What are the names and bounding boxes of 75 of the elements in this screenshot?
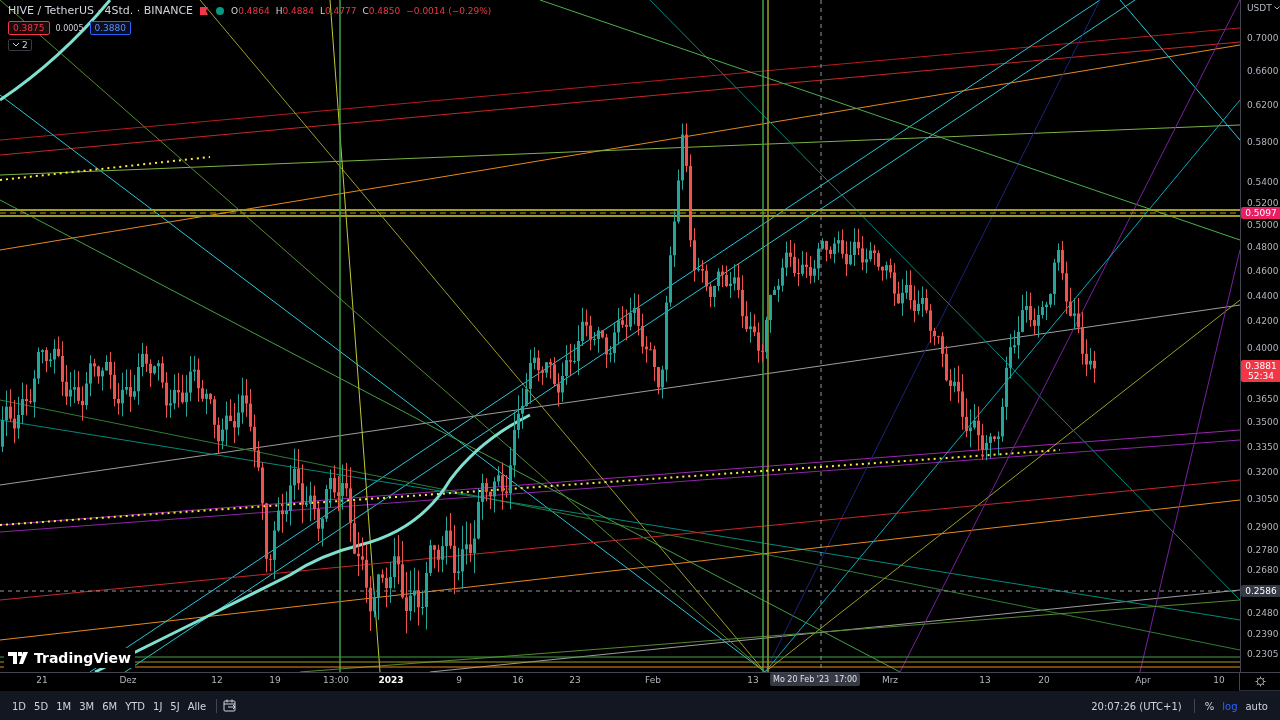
price-tick: 0.5200: [1247, 197, 1279, 208]
range-button[interactable]: 6M: [98, 698, 122, 714]
time-label: 20: [1038, 675, 1050, 685]
range-button[interactable]: 5J: [166, 698, 184, 714]
price-tick: 0.6200: [1247, 100, 1279, 111]
time-label: 13: [979, 675, 991, 685]
price-tick: 0.6600: [1247, 65, 1279, 76]
time-label: 21: [36, 675, 48, 685]
time-label: 23: [569, 675, 581, 685]
time-label: 16: [512, 675, 524, 685]
scale-option[interactable]: log: [1218, 698, 1242, 714]
price-tick: 0.3350: [1247, 441, 1279, 452]
range-button[interactable]: 1J: [149, 698, 167, 714]
status-dot-icon: [215, 5, 226, 16]
crosshair-time-label: Mo 20 Feb '23 17:00: [770, 673, 861, 686]
price-tick: 0.4400: [1247, 290, 1279, 301]
price-tick: 0.7000: [1247, 33, 1279, 43]
sell-price-button[interactable]: 0.3875: [8, 21, 50, 35]
price-tick: 0.5800: [1247, 137, 1279, 148]
range-button[interactable]: 1M: [52, 698, 76, 714]
price-tick: 0.4200: [1247, 316, 1279, 327]
price-tick: 0.2780: [1247, 545, 1279, 556]
crosshair-price-label: 0.2586: [1241, 585, 1280, 597]
price-tick: 0.5000: [1247, 219, 1279, 230]
chevron-icon: [12, 42, 20, 48]
range-button[interactable]: Alle: [183, 698, 211, 714]
buy-price-button[interactable]: 0.3880: [89, 21, 131, 35]
indicators-toggle[interactable]: 2: [8, 39, 32, 51]
time-label: Feb: [645, 675, 661, 685]
range-button[interactable]: 1D: [8, 698, 31, 714]
time-label: 9: [456, 675, 462, 685]
ohlc-value: O0.4864: [231, 5, 270, 16]
time-label: 13:00: [323, 675, 349, 685]
time-label: Apr: [1135, 675, 1151, 685]
logo-icon: [8, 652, 30, 664]
ohlc-value: L0.4777: [319, 5, 357, 16]
currency-selector[interactable]: USDT: [1247, 3, 1280, 13]
tradingview-logo: TradingView: [4, 648, 135, 668]
price-tick: 0.4000: [1247, 343, 1279, 354]
clock-text: 20:07:26 (UTC+1): [1091, 700, 1182, 712]
time-label: 2023: [378, 675, 404, 685]
time-label: Dez: [119, 675, 137, 685]
range-button[interactable]: YTD: [121, 698, 150, 714]
time-label: 10: [1213, 675, 1225, 685]
time-label: 13: [747, 675, 759, 685]
price-tick: 0.2480: [1247, 608, 1279, 619]
scale-option[interactable]: %: [1200, 698, 1219, 714]
time-label: 19: [269, 675, 281, 685]
price-tick: 0.3650: [1247, 394, 1279, 405]
range-button[interactable]: 5D: [30, 698, 53, 714]
range-button[interactable]: 3M: [75, 698, 99, 714]
price-tick: 0.2680: [1247, 565, 1279, 576]
ohlc-value: H0.4884: [275, 5, 314, 16]
price-tick: 0.4800: [1247, 242, 1279, 253]
spread-value: 0.0005: [55, 23, 84, 33]
price-tick: 0.2305: [1247, 649, 1279, 660]
price-tick: 0.4600: [1247, 265, 1279, 276]
flag-icon[interactable]: [199, 5, 210, 16]
line-price-label: 0.5097: [1241, 207, 1280, 219]
price-change: −0.0014 (−0.29%): [406, 5, 492, 16]
chevron-icon: [1273, 6, 1280, 10]
price-tick: 0.5400: [1247, 176, 1279, 187]
price-tick: 0.3050: [1247, 493, 1279, 504]
settings-icon[interactable]: [1254, 676, 1266, 687]
scale-option[interactable]: auto: [1241, 698, 1272, 714]
calendar-icon[interactable]: [223, 699, 238, 713]
ohlc-value: C0.4850: [362, 5, 401, 16]
price-tick: 0.2390: [1247, 629, 1279, 639]
last-price-label: 0.3881 52:34: [1241, 360, 1280, 382]
price-tick: 0.3200: [1247, 467, 1279, 478]
time-label: 12: [211, 675, 223, 685]
time-label: Mrz: [881, 675, 899, 685]
price-tick: 0.3500: [1247, 417, 1279, 428]
symbol-title[interactable]: HIVE / TetherUS · 4Std. · BINANCE: [8, 4, 194, 17]
price-tick: 0.2900: [1247, 521, 1279, 532]
